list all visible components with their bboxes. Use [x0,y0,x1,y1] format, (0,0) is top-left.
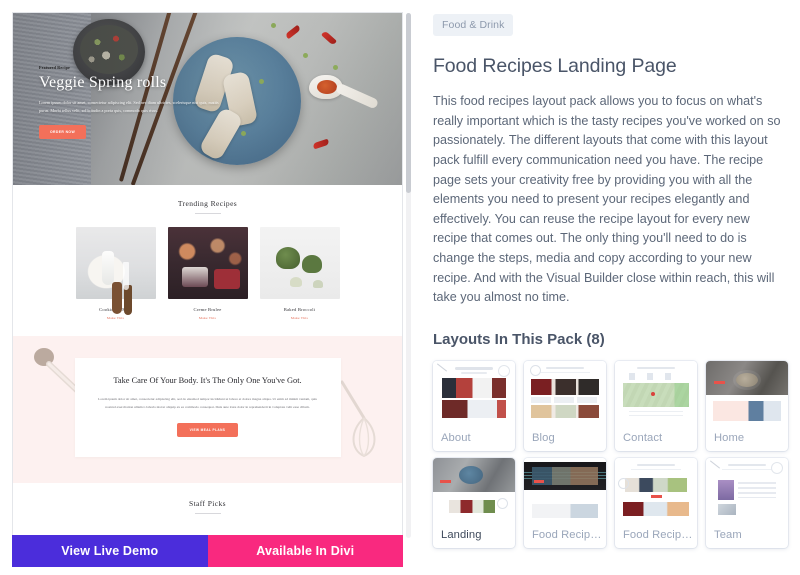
layout-card-label: Team [714,529,742,542]
layout-thumbnail [706,458,788,523]
layout-thumbnail [706,361,788,426]
layout-card-food-recipe-2[interactable]: Food Recip… [615,458,697,549]
thumb-heading-line [637,464,675,467]
cta-button-row: View Live Demo Available In Divi [12,535,403,567]
thumb-circle-decoration [771,462,783,475]
trending-card-list: Cookies & Milk Make This Creme Brulee Ma… [13,227,402,320]
thumb-lower-block [532,504,598,519]
layout-detail-pane: Food & Drink Food Recipes Landing Page T… [415,0,800,575]
thumb-heading-line [728,464,766,467]
trending-card[interactable]: Cookies & Milk Make This [75,227,156,320]
trending-card-image [75,227,156,299]
body-cta-button[interactable]: VIEW MEAL PLANS [176,423,239,438]
thumb-button-accent [534,480,544,484]
thumb-ring-decoration [497,498,508,510]
layout-card-label: Home [714,432,745,445]
layout-card-home[interactable]: Home [706,361,788,452]
hero-order-button[interactable]: ORDER NOW [39,125,87,140]
thumb-icon-row [629,373,683,381]
trending-card-image [167,227,248,299]
thumb-text-lines [531,397,599,404]
hero-title: Veggie Spring rolls [39,74,167,91]
trending-card-title: Cookies & Milk [99,307,132,312]
layout-thumbnail [433,361,515,426]
preview-scrollbar-thumb[interactable] [406,13,411,193]
thumb-button-accent [440,480,451,484]
section-divider [194,213,221,214]
layout-card-team[interactable]: Team [706,458,788,549]
whisk-sketch-icon [340,380,376,458]
hero-eyebrow: Featured Recipe [39,65,71,70]
thumb-circle-decoration [498,365,510,378]
layout-card-label: Contact [623,432,663,445]
layout-pack-detail-screen: Featured Recipe Veggie Spring rolls Lore… [0,0,800,575]
layout-thumbnail [524,458,606,523]
preview-hero-section: Featured Recipe Veggie Spring rolls Lore… [13,13,402,185]
thumb-lower-block [449,500,495,514]
trending-heading: Trending Recipes [177,199,238,208]
thumb-lower-block [718,504,736,516]
layouts-grid: About Blog Contact Home Landing Food Rec… [433,361,788,549]
thumb-lower-block [713,401,781,422]
preview-trending-section: Trending Recipes Cookies & Milk Make Thi… [13,185,402,336]
layout-card-food-recipe-1[interactable]: Food Recip… [524,458,606,549]
available-in-divi-button[interactable]: Available In Divi [207,535,403,567]
trending-card-image [259,227,340,299]
layout-card-label: Food Recip… [532,529,602,542]
thumb-pen-decoration [436,363,448,372]
layout-card-label: About [441,432,471,445]
pack-description: This food recipes layout pack allows you… [433,94,781,305]
thumb-heading-line [455,367,493,371]
trending-card-link[interactable]: Make This [168,316,248,320]
layout-card-about[interactable]: About [433,361,515,452]
thumb-subheading-line [631,469,681,471]
trending-card-title: Baked Broccoli [283,307,316,312]
trending-card[interactable]: Creme Brulee Make This [167,227,248,320]
thumb-stripe-decoration [524,472,606,480]
trending-card-title: Creme Brulee [193,307,222,312]
thumb-text-lines [629,411,683,420]
section-divider [194,513,221,515]
thumb-button-accent [714,381,725,385]
layout-card-landing[interactable]: Landing [433,458,515,549]
hero-body-text: Lorem ipsum dolor sit amet, consectetur … [39,99,219,114]
thumb-button-accent [651,495,662,499]
page-title: Food Recipes Landing Page [433,55,677,77]
layout-thumbnail [433,458,515,523]
body-cta-copy: Lorem ipsum dolor sit amet, consectetur … [98,397,317,409]
layout-card-label: Food Recip… [623,529,693,542]
thumb-ring-decoration [530,365,541,377]
layout-thumbnail [615,361,697,426]
thumb-ring-decoration [618,478,629,490]
layout-card-label: Blog [532,432,555,445]
layout-thumbnail [524,361,606,426]
body-cta-card: Take Care Of Your Body. It's The Only On… [74,358,341,458]
thumb-heading-line [546,367,584,370]
thumb-pen-decoration [709,460,721,469]
body-cta-title: Take Care Of Your Body. It's The Only On… [113,376,302,385]
preview-staff-picks-section: Staff Picks [13,483,402,535]
thumb-subheading-line [461,372,487,375]
layout-card-contact[interactable]: Contact [615,361,697,452]
layout-card-label: Landing [441,529,482,542]
layout-card-blog[interactable]: Blog [524,361,606,452]
view-live-demo-button[interactable]: View Live Demo [12,535,208,567]
thumb-subheading-line [540,372,590,374]
trending-card-link[interactable]: Make This [76,316,156,320]
staff-picks-heading: Staff Picks [189,499,226,509]
thumb-heading-line [637,367,675,370]
hero-content: Featured Recipe Veggie Spring rolls Lore… [39,65,229,140]
trending-card[interactable]: Baked Broccoli Make This [259,227,340,320]
thumb-subheading-line [722,469,772,471]
preview-body-cta-section: Take Care Of Your Body. It's The Only On… [13,336,402,484]
layout-thumbnail [615,458,697,523]
trending-card-link[interactable]: Make This [260,316,340,320]
layouts-in-pack-heading: Layouts In This Pack (8) [433,331,605,349]
category-badge[interactable]: Food & Drink [433,14,514,36]
layout-preview-pane: Featured Recipe Veggie Spring rolls Lore… [0,0,415,575]
layout-preview-frame[interactable]: Featured Recipe Veggie Spring rolls Lore… [12,12,403,540]
